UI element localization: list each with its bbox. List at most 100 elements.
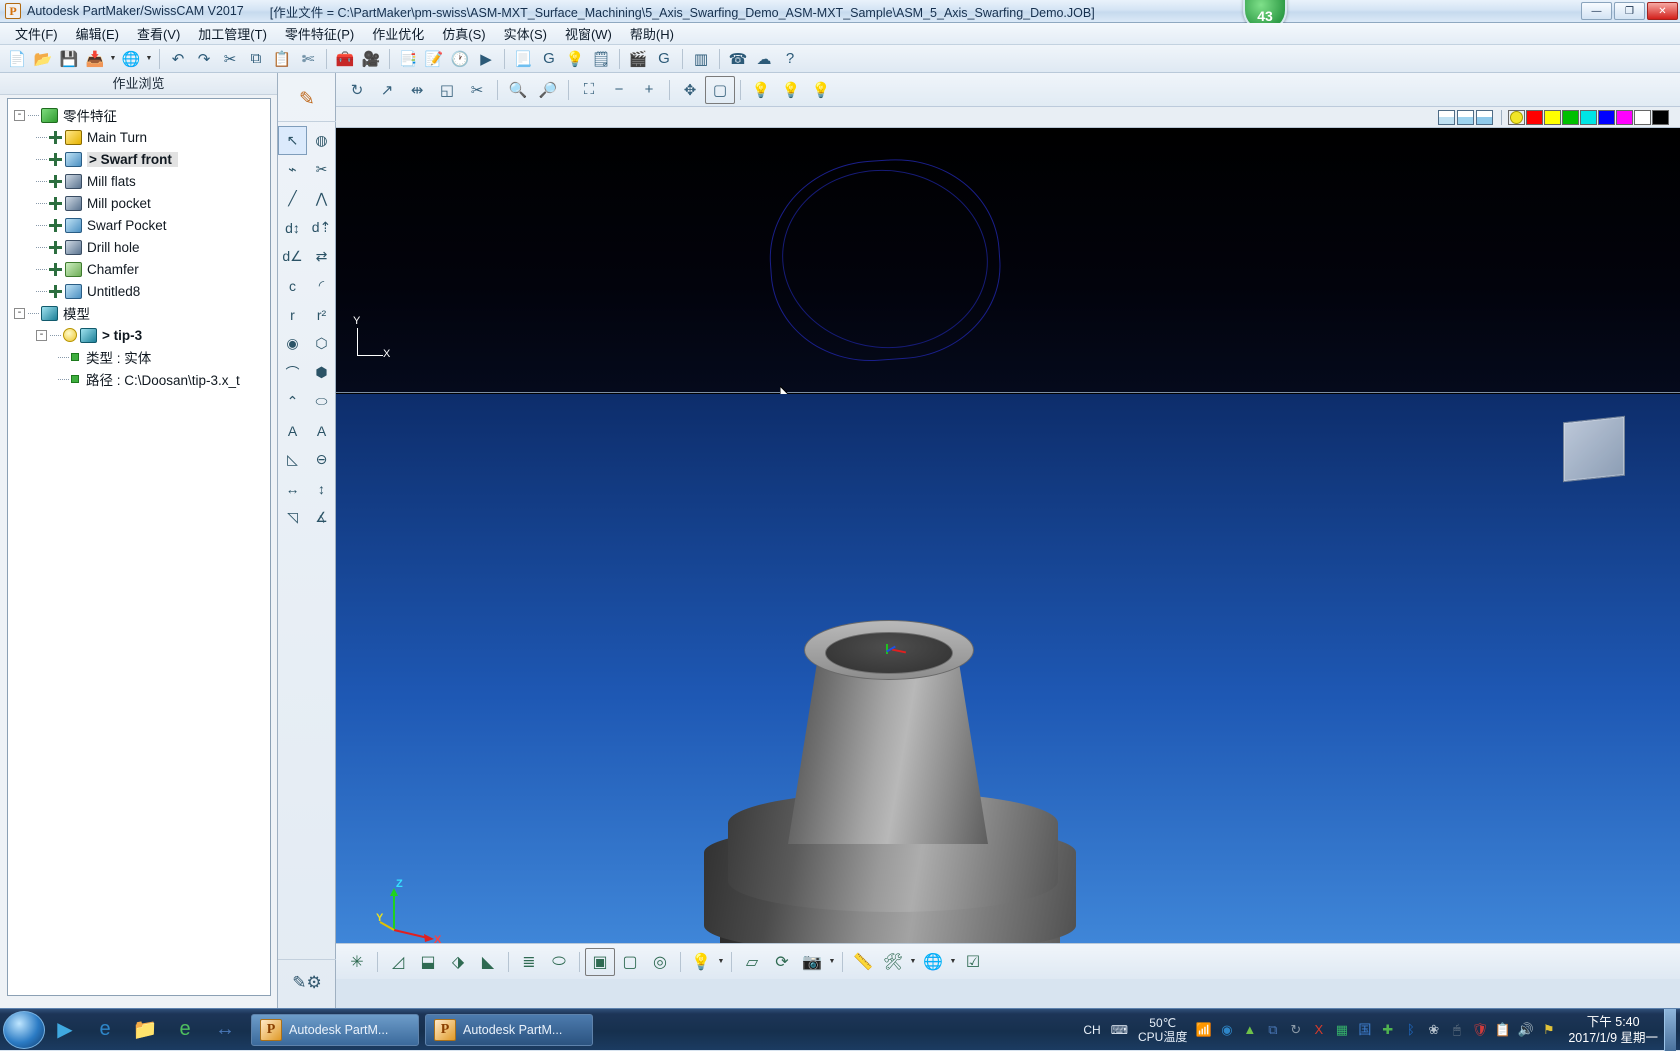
fillet-button[interactable]: ◜ (307, 271, 336, 300)
dim-offset-button[interactable]: ⇄ (307, 242, 336, 271)
tool-settings-button[interactable]: ✎⚙ (278, 959, 336, 1005)
tree-item-mill-flats[interactable]: Mill flats (10, 170, 268, 192)
cylinder-button[interactable]: ⬭ (544, 948, 574, 976)
close-button[interactable]: ✕ (1647, 2, 1678, 20)
add-feature-icon[interactable] (49, 153, 62, 166)
vert-dim-button[interactable]: ↕ (307, 474, 336, 503)
nvidia-tray-icon[interactable]: ❀ (1424, 1020, 1443, 1039)
security-alert-icon[interactable]: 🛡 (1470, 1020, 1489, 1039)
mirror-button[interactable]: ⇹ (402, 76, 432, 104)
dim-angular-button[interactable]: d∠ (278, 242, 307, 271)
circle-radius-button[interactable]: r (278, 300, 307, 329)
zoom-region-button[interactable]: ▢ (705, 76, 735, 104)
circle-center-button[interactable]: ◉ (278, 329, 307, 358)
swatch-yellow-circle[interactable] (1508, 110, 1525, 125)
tree-expander[interactable]: - (36, 330, 47, 341)
menu-help[interactable]: 帮助(H) (621, 22, 683, 45)
zoom-in-button[interactable]: + (634, 76, 664, 104)
globe-view-button[interactable]: 🌐 (918, 948, 948, 976)
tree-item-untitled8[interactable]: Untitled8 (10, 280, 268, 302)
zoom-window-button[interactable]: 🔎 (533, 76, 563, 104)
menu-job-optimize[interactable]: 作业优化 (363, 22, 433, 45)
shade-edges-button[interactable]: ▢ (615, 948, 645, 976)
network-share-icon[interactable]: ⧉ (1263, 1020, 1282, 1039)
file-explorer-button[interactable]: 📁 (125, 1011, 165, 1049)
clipboard-tray-icon[interactable]: 📋 (1493, 1020, 1512, 1039)
add-feature-icon[interactable] (49, 197, 62, 210)
add-feature-icon[interactable] (49, 285, 62, 298)
swatch-green[interactable] (1562, 110, 1579, 125)
tools-settings-button[interactable]: 🛠 (878, 948, 908, 976)
measure-button[interactable]: ◹ (278, 503, 307, 532)
ncprog-play-button[interactable]: 🎬 (625, 47, 651, 71)
stack-layers-button[interactable]: ≣ (514, 948, 544, 976)
chevron-down-icon[interactable]: ▼ (908, 950, 918, 974)
cycle-time-button[interactable]: 🕐 (447, 47, 473, 71)
edit-process-button[interactable]: 📝 (421, 47, 447, 71)
view-rotate-button[interactable]: ⟳ (767, 948, 797, 976)
menu-view[interactable]: 查看(V) (128, 22, 189, 45)
chevron-up-button[interactable]: ⌃ (278, 387, 307, 416)
swatch-yellow[interactable] (1544, 110, 1561, 125)
chevron-down-icon[interactable]: ▼ (827, 950, 837, 974)
menu-edit[interactable]: 编辑(E) (67, 22, 128, 45)
ruler-measure-button[interactable]: 📏 (848, 948, 878, 976)
cpu-temperature-widget[interactable]: 50℃ CPU温度 (1138, 1016, 1187, 1044)
split-view-horizontal-icon[interactable] (1438, 110, 1455, 125)
circle-radius2-button[interactable]: r² (307, 300, 336, 329)
clock-widget[interactable]: 下午 5:40 2017/1/9 星期一 (1568, 1014, 1658, 1046)
antivirus-icon[interactable]: ▲ (1240, 1020, 1259, 1039)
help-question-button[interactable]: ? (777, 47, 803, 71)
chevron-down-icon[interactable]: ▼ (144, 47, 154, 71)
solid-revolve-button[interactable]: ⬗ (443, 948, 473, 976)
light-off-button[interactable]: 💡 (746, 76, 776, 104)
bluetooth-icon[interactable]: ᛒ (1401, 1020, 1420, 1039)
circle-dim-button[interactable]: ⊖ (307, 445, 336, 474)
show-desktop-button[interactable] (1664, 1009, 1676, 1051)
3d-model-pane[interactable]: Z Y X (336, 394, 1680, 943)
split-window-button[interactable]: ▥ (688, 47, 714, 71)
graphics-driver-icon[interactable]: ▦ (1332, 1020, 1351, 1039)
chevron-down-icon[interactable]: ▼ (716, 950, 726, 974)
volume-icon[interactable]: 🔊 (1516, 1020, 1535, 1039)
menu-solids[interactable]: 实体(S) (495, 22, 556, 45)
add-feature-icon[interactable] (49, 219, 62, 232)
browser-green-button[interactable]: e (165, 1011, 205, 1049)
maximize-button[interactable]: ❐ (1614, 2, 1645, 20)
text-a-button[interactable]: A (278, 416, 307, 445)
taskbar-item-partmaker-1[interactable]: PAutodesk PartM... (251, 1014, 419, 1046)
swatch-cyan[interactable] (1580, 110, 1597, 125)
zoom-all-button[interactable]: ⛶ (574, 76, 604, 104)
top-view-pane[interactable]: Y X (336, 128, 1680, 393)
trim-extend-button[interactable]: ◱ (432, 76, 462, 104)
add-feature-icon[interactable] (49, 263, 62, 276)
minimize-button[interactable]: — (1581, 2, 1612, 20)
point-pick-button[interactable]: ⌁ (278, 155, 307, 184)
cloud-download-button[interactable]: ☁ (751, 47, 777, 71)
ncprog-lights-button[interactable]: 💡 (562, 47, 588, 71)
arc-button[interactable]: ⌒ (278, 358, 307, 387)
solid-extrude-button[interactable]: ⬓ (413, 948, 443, 976)
measure-angle-button[interactable]: ∡ (307, 503, 336, 532)
tree-prop-path[interactable]: 路径 : C:\Doosan\tip-3.x_t (10, 368, 268, 390)
tree-item-tip-3[interactable]: -> tip-3 (10, 324, 268, 346)
shaded-view-icon[interactable] (1476, 110, 1493, 125)
swatch-black[interactable] (1652, 110, 1669, 125)
workplane-button[interactable]: ▱ (737, 948, 767, 976)
gcode-button[interactable]: G (651, 47, 677, 71)
mouse-driver-icon[interactable]: 🖱 (1447, 1020, 1466, 1039)
menu-machining[interactable]: 加工管理(T) (189, 22, 276, 45)
menu-file[interactable]: 文件(F) (6, 22, 67, 45)
report-button[interactable]: 📃 (510, 47, 536, 71)
ime-indicator[interactable]: CH (1083, 1023, 1100, 1037)
trim-cross-button[interactable]: ✂ (307, 155, 336, 184)
internet-explorer-button[interactable]: e (85, 1011, 125, 1049)
simulate-button[interactable]: ▶ (473, 47, 499, 71)
camera-button[interactable]: 📷 (797, 948, 827, 976)
media-player-button[interactable]: ▶ (45, 1011, 85, 1049)
new-file-button[interactable]: 📄 (4, 47, 30, 71)
circle-tangent-button[interactable]: ⬡ (307, 329, 336, 358)
chevron-down-icon[interactable]: ▼ (108, 47, 118, 71)
zoom-out-button[interactable]: − (604, 76, 634, 104)
sketch-mode-button[interactable]: ✎ (278, 77, 336, 122)
